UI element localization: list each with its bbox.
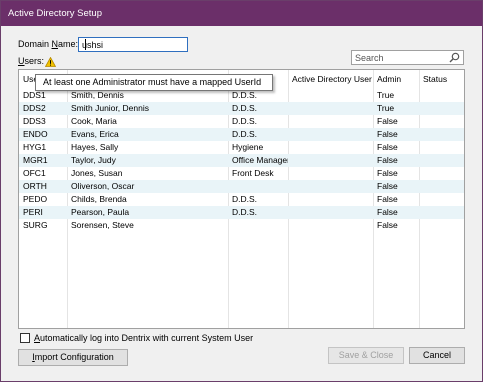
cell-status[interactable] [419, 219, 464, 232]
import-configuration-button[interactable]: Import Configuration [18, 349, 128, 366]
cell-ad-user[interactable] [288, 219, 373, 232]
cell-name[interactable]: Oliverson, Oscar [67, 180, 228, 193]
cell-user-id[interactable]: HYG1 [19, 141, 67, 154]
window-title: Active Directory Setup [8, 8, 102, 19]
cell-admin[interactable]: False [373, 180, 419, 193]
cell-name[interactable]: Smith Junior, Dennis [67, 102, 228, 115]
cell-status[interactable] [419, 89, 464, 102]
cell-status[interactable] [419, 206, 464, 219]
cell-name[interactable]: Evans, Erica [67, 128, 228, 141]
cancel-button[interactable]: Cancel [409, 347, 465, 364]
table-row[interactable]: PERI Pearson, Paula D.D.S. False [19, 206, 464, 219]
cell-ad-user[interactable] [288, 193, 373, 206]
cell-name[interactable]: Jones, Susan [67, 167, 228, 180]
cell-title[interactable]: D.D.S. [228, 128, 288, 141]
text-caret [85, 39, 86, 50]
table-row[interactable]: DDS2 Smith Junior, Dennis D.D.S. True [19, 102, 464, 115]
cell-name[interactable]: Cook, Maria [67, 115, 228, 128]
domain-name-label: Domain Name: [18, 39, 79, 49]
cell-user-id[interactable]: ORTH [19, 180, 67, 193]
cell-name[interactable]: Pearson, Paula [67, 206, 228, 219]
cell-user-id[interactable]: SURG [19, 219, 67, 232]
cell-title[interactable]: Office Manager [228, 154, 288, 167]
cell-title[interactable]: Hygiene [228, 141, 288, 154]
cell-ad-user[interactable] [288, 167, 373, 180]
cell-title[interactable]: D.D.S. [228, 206, 288, 219]
users-table[interactable]: User Id Name Title Active Directory User… [18, 69, 465, 329]
cell-admin[interactable]: False [373, 167, 419, 180]
cell-title[interactable] [228, 180, 288, 193]
table-row[interactable]: PEDO Childs, Brenda D.D.S. False [19, 193, 464, 206]
warning-icon [45, 57, 56, 67]
table-row[interactable]: ENDO Evans, Erica D.D.S. False [19, 128, 464, 141]
admin-warning-tooltip: At least one Administrator must have a m… [35, 74, 273, 91]
cell-status[interactable] [419, 167, 464, 180]
cell-status[interactable] [419, 154, 464, 167]
cell-user-id[interactable]: MGR1 [19, 154, 67, 167]
cell-title[interactable]: Front Desk [228, 167, 288, 180]
table-row[interactable]: SURG Sorensen, Steve False [19, 219, 464, 232]
cell-user-id[interactable]: PEDO [19, 193, 67, 206]
cell-admin[interactable]: False [373, 141, 419, 154]
active-directory-setup-window: Active Directory Setup Domain Name: User… [0, 0, 483, 382]
cell-user-id[interactable]: OFC1 [19, 167, 67, 180]
cell-admin[interactable]: False [373, 115, 419, 128]
cell-ad-user[interactable] [288, 89, 373, 102]
cell-name[interactable]: Hayes, Sally [67, 141, 228, 154]
cell-ad-user[interactable] [288, 180, 373, 193]
cell-user-id[interactable]: PERI [19, 206, 67, 219]
search-input[interactable] [352, 51, 447, 64]
table-row[interactable]: DDS3 Cook, Maria D.D.S. False [19, 115, 464, 128]
cell-ad-user[interactable] [288, 206, 373, 219]
cell-ad-user[interactable] [288, 115, 373, 128]
cell-ad-user[interactable] [288, 128, 373, 141]
cell-admin[interactable]: False [373, 206, 419, 219]
cell-user-id[interactable]: DDS2 [19, 102, 67, 115]
search-box[interactable] [351, 50, 464, 65]
cell-name[interactable]: Sorensen, Steve [67, 219, 228, 232]
title-bar: Active Directory Setup [1, 1, 482, 26]
cell-user-id[interactable]: DDS3 [19, 115, 67, 128]
table-row[interactable]: OFC1 Jones, Susan Front Desk False [19, 167, 464, 180]
column-header-ad-user[interactable]: Active Directory User [288, 70, 373, 89]
search-icon[interactable] [449, 52, 460, 63]
cell-admin[interactable]: False [373, 219, 419, 232]
domain-name-input[interactable] [78, 37, 188, 52]
cell-admin[interactable]: False [373, 128, 419, 141]
cell-admin[interactable]: True [373, 89, 419, 102]
cell-title[interactable] [228, 219, 288, 232]
cell-title[interactable]: D.D.S. [228, 102, 288, 115]
column-header-admin[interactable]: Admin [373, 70, 419, 89]
table-row[interactable]: ORTH Oliverson, Oscar False [19, 180, 464, 193]
cell-title[interactable]: D.D.S. [228, 193, 288, 206]
table-row[interactable]: HYG1 Hayes, Sally Hygiene False [19, 141, 464, 154]
save-close-button[interactable]: Save & Close [328, 347, 404, 364]
table-row[interactable]: MGR1 Taylor, Judy Office Manager False [19, 154, 464, 167]
users-label: Users: [18, 56, 45, 66]
cell-name[interactable]: Childs, Brenda [67, 193, 228, 206]
auto-login-checkbox[interactable] [20, 333, 30, 343]
cell-status[interactable] [419, 102, 464, 115]
cell-admin[interactable]: True [373, 102, 419, 115]
cell-title[interactable]: D.D.S. [228, 115, 288, 128]
cell-status[interactable] [419, 180, 464, 193]
cell-ad-user[interactable] [288, 154, 373, 167]
cell-status[interactable] [419, 128, 464, 141]
cell-status[interactable] [419, 115, 464, 128]
cell-admin[interactable]: False [373, 193, 419, 206]
cell-ad-user[interactable] [288, 102, 373, 115]
cell-status[interactable] [419, 141, 464, 154]
cell-ad-user[interactable] [288, 141, 373, 154]
auto-login-label[interactable]: Automatically log into Dentrix with curr… [34, 333, 253, 344]
cell-admin[interactable]: False [373, 154, 419, 167]
cell-status[interactable] [419, 193, 464, 206]
column-header-status[interactable]: Status [419, 70, 464, 89]
cell-user-id[interactable]: ENDO [19, 128, 67, 141]
cell-name[interactable]: Taylor, Judy [67, 154, 228, 167]
